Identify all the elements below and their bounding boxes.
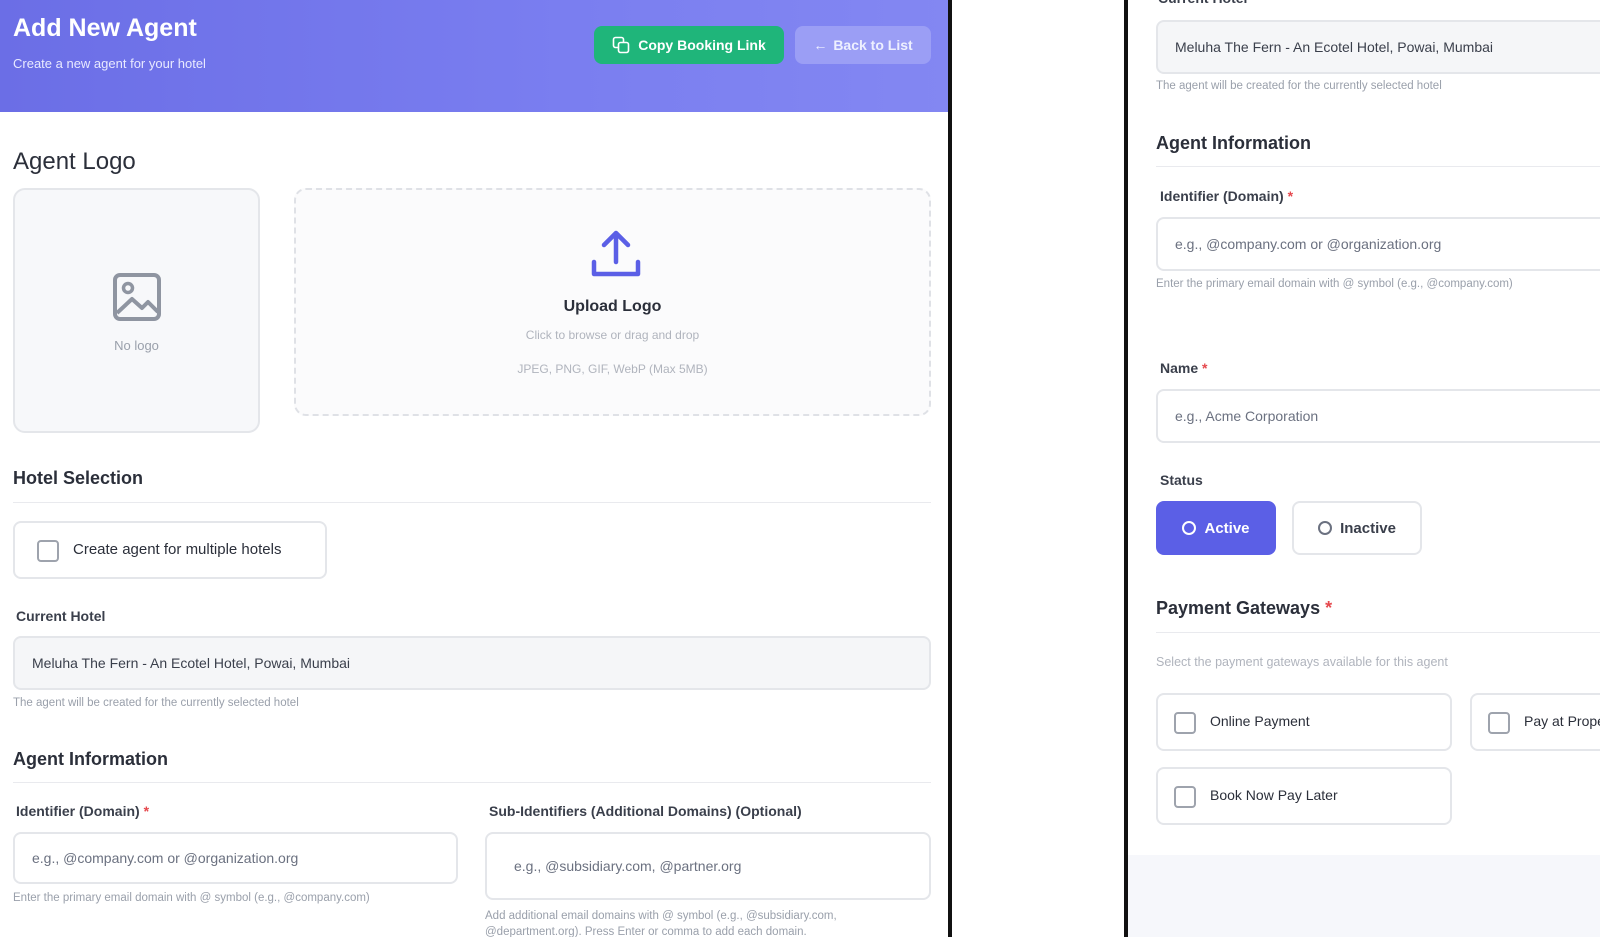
main-form-panel: Add New Agent Create a new agent for you…: [0, 0, 948, 937]
page-header: Add New Agent Create a new agent for you…: [0, 0, 948, 112]
panel-divider: [948, 0, 952, 937]
online-payment-checkbox[interactable]: [1174, 712, 1196, 734]
payment-option-online[interactable]: Online Payment: [1156, 693, 1452, 751]
upload-logo-formats: JPEG, PNG, GIF, WebP (Max 5MB): [517, 362, 708, 376]
page-subtitle: Create a new agent for your hotel: [13, 56, 206, 71]
identifier-label-text: Identifier (Domain): [1160, 188, 1284, 204]
book-now-pay-later-checkbox[interactable]: [1174, 786, 1196, 808]
payment-gateways-help: Select the payment gateways available fo…: [1156, 655, 1448, 669]
payment-gateways-heading: Payment Gateways *: [1156, 598, 1332, 619]
arrow-left-icon: ←: [813, 37, 828, 53]
required-marker: *: [1287, 188, 1294, 204]
status-active-label: Active: [1204, 519, 1250, 537]
current-hotel-help: The agent will be created for the curren…: [1156, 80, 1442, 92]
radio-unselected-icon: [1318, 521, 1333, 535]
name-label-text: Name: [1160, 360, 1199, 376]
section-divider: [1156, 166, 1600, 167]
back-to-list-label: Back to List: [833, 37, 913, 53]
online-payment-label: Online Payment: [1210, 713, 1310, 729]
payment-gateways-heading-text: Payment Gateways: [1156, 598, 1321, 618]
current-hotel-field[interactable]: Meluha The Fern - An Ecotel Hotel, Powai…: [13, 636, 931, 690]
identifier-label: Identifier (Domain) *: [16, 803, 149, 819]
page-title: Add New Agent: [13, 14, 197, 42]
book-now-pay-later-label: Book Now Pay Later: [1210, 787, 1338, 803]
status-inactive-label: Inactive: [1340, 519, 1396, 537]
hotel-selection-heading: Hotel Selection: [13, 468, 144, 488]
section-divider: [13, 502, 931, 503]
copy-booking-link-button[interactable]: Copy Booking Link: [594, 26, 784, 64]
multiple-hotels-label: Create agent for multiple hotels: [73, 541, 282, 558]
sub-identifiers-help: Add additional email domains with @ symb…: [485, 910, 837, 937]
copy-booking-link-label: Copy Booking Link: [638, 37, 766, 53]
upload-logo-hint: Click to browse or drag and drop: [525, 328, 700, 342]
multiple-hotels-checkbox[interactable]: [37, 540, 59, 562]
name-input[interactable]: e.g., Acme Corporation: [1156, 389, 1600, 443]
required-marker: *: [1325, 598, 1333, 618]
current-hotel-label: Current Hotel: [16, 608, 106, 624]
identifier-input[interactable]: e.g., @company.com or @organization.org: [1156, 217, 1600, 271]
payment-option-pay-at-property[interactable]: Pay at Property: [1470, 693, 1600, 751]
logo-preview: No logo: [13, 188, 260, 433]
current-hotel-help: The agent will be created for the curren…: [13, 697, 299, 709]
back-to-list-button[interactable]: ← Back to List: [795, 26, 931, 64]
payment-option-book-now-pay-later[interactable]: Book Now Pay Later: [1156, 767, 1452, 825]
required-marker: *: [1202, 360, 1208, 376]
status-inactive-button[interactable]: Inactive: [1292, 501, 1422, 555]
image-placeholder-icon: [113, 273, 161, 321]
identifier-label-text: Identifier (Domain): [16, 803, 140, 819]
upload-logo-title: Upload Logo: [563, 298, 662, 315]
identifier-help: Enter the primary email domain with @ sy…: [1156, 278, 1513, 290]
current-hotel-label: Current Hotel: [1158, 0, 1247, 6]
current-hotel-field[interactable]: Meluha The Fern - An Ecotel Hotel, Powai…: [1156, 20, 1600, 74]
status-active-button[interactable]: Active: [1156, 501, 1276, 555]
identifier-label: Identifier (Domain) *: [1160, 188, 1293, 204]
form-footer-area: [1128, 855, 1600, 937]
agent-information-heading: Agent Information: [1156, 133, 1311, 153]
radio-selected-icon: [1182, 521, 1197, 535]
section-divider: [1156, 632, 1600, 633]
sub-identifiers-label: Sub-Identifiers (Additional Domains) (Op…: [489, 803, 802, 819]
identifier-help: Enter the primary email domain with @ sy…: [13, 892, 370, 904]
required-marker: *: [143, 803, 150, 819]
pay-at-property-checkbox[interactable]: [1488, 712, 1510, 734]
status-label: Status: [1160, 472, 1203, 488]
upload-logo-dropzone[interactable]: Upload Logo Click to browse or drag and …: [294, 188, 931, 416]
no-logo-text: No logo: [114, 338, 159, 353]
copy-icon: [612, 36, 630, 54]
agent-information-heading: Agent Information: [13, 749, 168, 769]
pay-at-property-label: Pay at Property: [1524, 713, 1600, 729]
upload-icon: [591, 230, 641, 277]
sub-identifiers-input[interactable]: e.g., @subsidiary.com, @partner.org: [485, 832, 931, 900]
agent-logo-heading: Agent Logo: [13, 148, 136, 175]
identifier-input[interactable]: e.g., @company.com or @organization.org: [13, 832, 458, 884]
multiple-hotels-option[interactable]: Create agent for multiple hotels: [13, 521, 327, 579]
section-divider: [13, 782, 931, 783]
scrolled-form-panel: Current Hotel Meluha The Fern - An Ecote…: [1128, 0, 1600, 937]
name-label: Name *: [1160, 360, 1207, 376]
